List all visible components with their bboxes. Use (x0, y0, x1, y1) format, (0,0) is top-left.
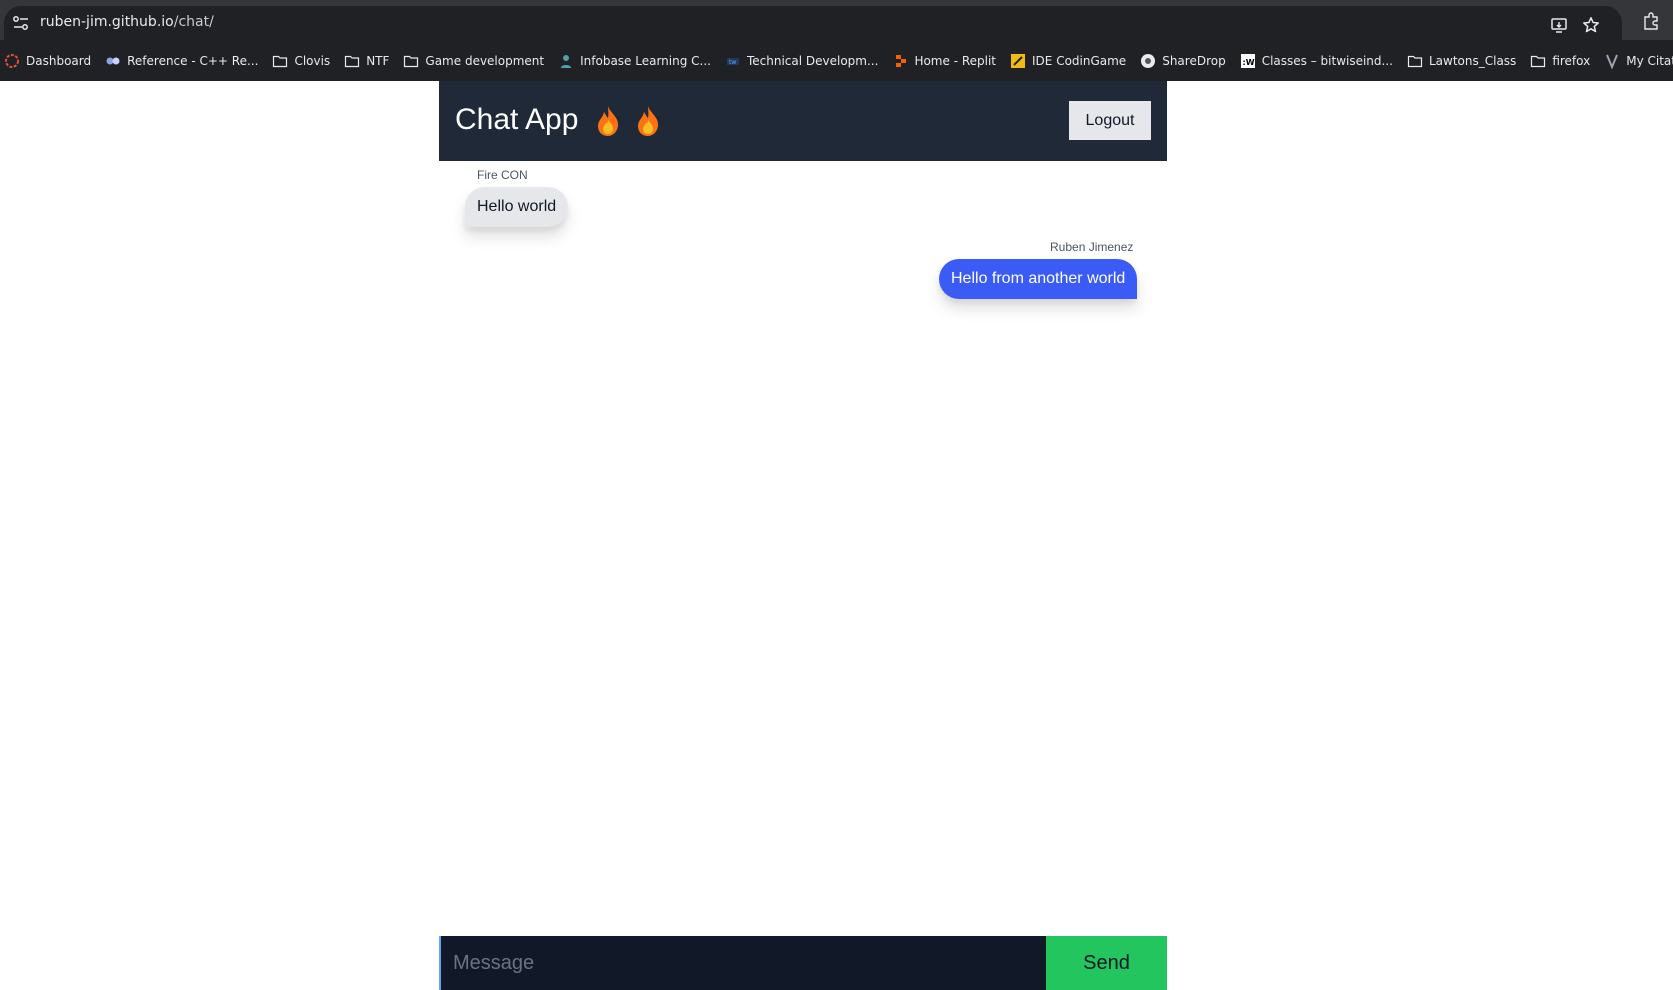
message-sender: Fire CON (477, 168, 528, 182)
fire-icon (598, 106, 619, 136)
bookmark-item[interactable]: ShareDrop (1140, 53, 1226, 69)
bookmark-label: IDE CodinGame (1032, 53, 1127, 68)
bookmark-label: NTF (366, 53, 390, 68)
bookmark-item[interactable]: My Citation list 3/17... (1604, 53, 1673, 70)
app-header: Chat App Logout (439, 81, 1167, 161)
dashboard-icon (4, 53, 20, 69)
bookmark-label: Reference - C++ Re... (127, 53, 259, 68)
sharedrop-icon (1140, 53, 1156, 69)
bookmark-item[interactable]: Clovis (272, 53, 330, 69)
message-input[interactable] (439, 936, 1046, 990)
bookmark-label: firefox (1552, 53, 1591, 68)
bookmarks-bar: Dashboard Reference - C++ Re... Clovis NTF G… (0, 40, 1673, 81)
svg-text::W: :W (1242, 58, 1254, 67)
bookmark-item[interactable]: Lawtons_Class (1407, 53, 1516, 69)
citation-icon (1604, 53, 1620, 70)
bookmark-item[interactable]: Dashboard (4, 53, 91, 69)
svg-text:tw: tw (729, 59, 736, 66)
bookmark-item[interactable]: :W Classes – bitwiseind... (1240, 53, 1393, 69)
replit-icon (892, 53, 908, 69)
fire-icon (638, 106, 659, 136)
bookmark-item[interactable]: Infobase Learning C... (558, 53, 711, 69)
url-text[interactable]: ruben-jim.github.io/chat/ (40, 14, 214, 30)
bookmark-label: ShareDrop (1162, 53, 1226, 68)
bookmark-item[interactable]: IDE CodinGame (1010, 53, 1126, 69)
bookmark-label: Technical Developm... (746, 53, 879, 68)
technical-icon: tw (725, 53, 741, 69)
install-app-icon[interactable] (1550, 16, 1568, 34)
bookmark-item[interactable]: tw Technical Developm... (725, 53, 878, 69)
bookmark-label: Classes – bitwiseind... (1261, 53, 1393, 68)
folder-icon (1407, 53, 1423, 69)
bookmark-label: Lawtons_Class (1428, 53, 1517, 68)
browser-toolbar: ruben-jim.github.io/chat/ (0, 0, 1673, 40)
message-composer: Send (439, 936, 1167, 990)
folder-icon (272, 53, 288, 69)
bookmark-item[interactable]: Home - Replit (892, 53, 996, 69)
bookmark-label: Dashboard (26, 53, 92, 68)
bookmark-item[interactable]: NTF (344, 53, 389, 69)
logout-button[interactable]: Logout (1069, 101, 1151, 140)
address-bar[interactable]: ruben-jim.github.io/chat/ (4, 6, 1622, 40)
site-info-icon[interactable] (12, 15, 30, 31)
send-button[interactable]: Send (1046, 936, 1167, 990)
message-bubble: Hello world (465, 187, 569, 227)
folder-icon (403, 53, 419, 69)
bookmark-label: Home - Replit (914, 53, 997, 68)
message-bubble: Hello from another world (939, 259, 1138, 299)
bookmark-item[interactable]: Game development (403, 53, 544, 69)
folder-icon (1530, 53, 1546, 69)
bitwise-icon: :W (1240, 53, 1256, 69)
bookmark-star-icon[interactable] (1582, 16, 1600, 34)
bookmark-item[interactable]: firefox (1530, 53, 1590, 69)
reference-icon (105, 53, 121, 69)
folder-icon (344, 53, 360, 69)
bookmark-label: Clovis (294, 53, 331, 68)
extensions-icon[interactable] (1642, 12, 1660, 30)
bookmark-item[interactable]: Reference - C++ Re... (105, 53, 258, 69)
codingame-icon (1010, 53, 1026, 69)
app-title: Chat App (455, 103, 579, 136)
message-sender: Ruben Jimenez (1050, 240, 1134, 254)
infobase-icon (558, 53, 574, 69)
bookmark-label: Game development (425, 53, 545, 68)
bookmark-label: My Citation list 3/17... (1626, 53, 1673, 68)
bookmark-label: Infobase Learning C... (580, 53, 711, 68)
